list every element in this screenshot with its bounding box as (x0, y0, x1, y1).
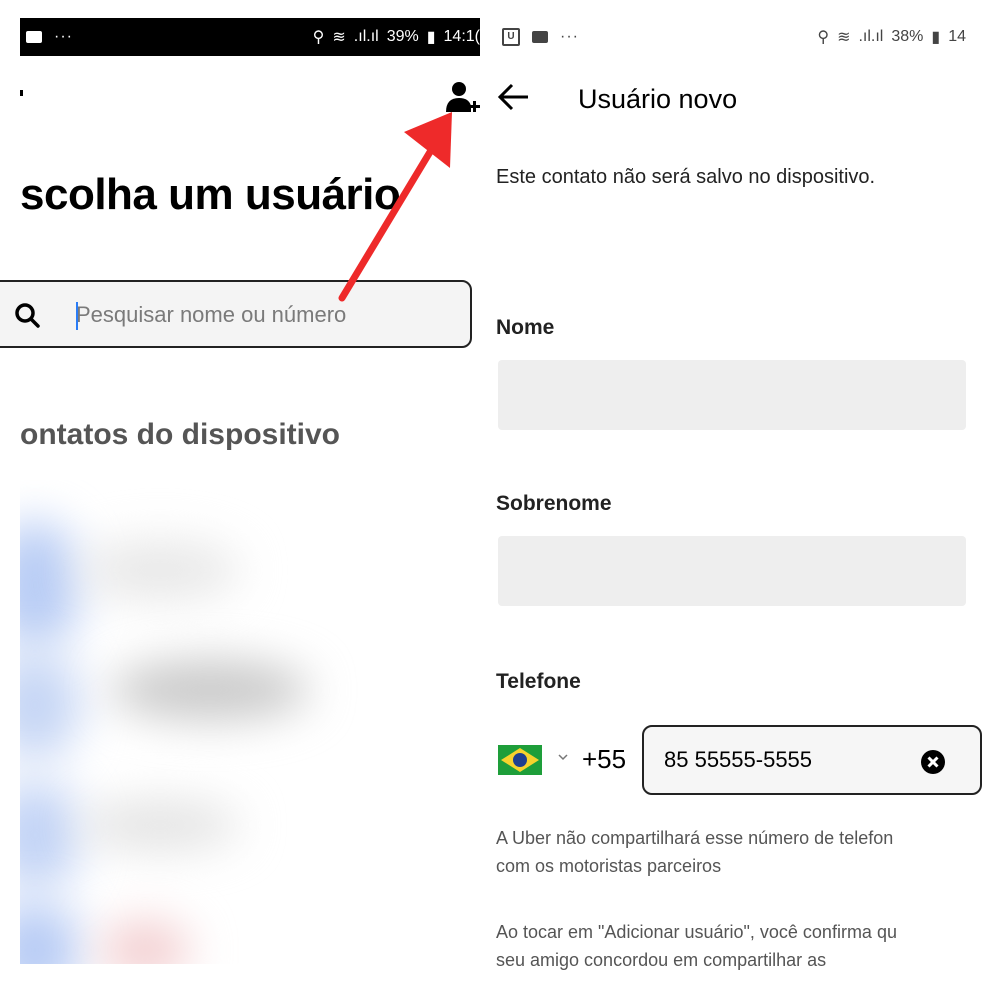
consent-note-line-1: Ao tocar em "Adicionar usuário", você co… (496, 922, 897, 942)
location-icon: ⚲ (312, 29, 325, 46)
info-text: Este contato não será salvo no dispositi… (496, 166, 876, 188)
search-placeholder: Pesquisar nome ou número (76, 302, 347, 327)
left-screen: ··· ⚲ ≋ .ıl.ıl 39% ▮ 14:1( scolha um usu… (0, 0, 480, 984)
page-title: scolha um usuário (20, 170, 401, 219)
add-user-icon[interactable] (444, 80, 480, 116)
first-name-label: Nome (496, 316, 555, 339)
consent-note-line-2: seu amigo concordou em compartilhar as (496, 950, 827, 970)
right-screen: U ··· ⚲ ≋ .ıl.ıl 38% ▮ 14 Usuário novo E… (496, 0, 984, 984)
last-name-label: Sobrenome (496, 492, 612, 515)
section-title: ontatos do dispositivo (20, 418, 340, 451)
search-icon (15, 303, 40, 328)
back-button-fragment[interactable] (20, 90, 23, 96)
phone-value: 85 55555-5555 (664, 747, 813, 772)
clock: 14:1( (443, 28, 480, 45)
more-notifications-icon: ··· (560, 28, 579, 45)
status-bar: U ··· ⚲ ≋ .ıl.ıl 38% ▮ 14 (496, 18, 966, 56)
message-icon (532, 31, 548, 43)
battery-icon: ▮ (426, 29, 436, 46)
clear-icon[interactable] (920, 749, 946, 775)
phone-input[interactable]: 85 55555-5555 (642, 725, 982, 795)
blurred-contacts-list[interactable] (20, 480, 480, 964)
chevron-down-icon[interactable] (558, 752, 568, 762)
country-code[interactable]: +55 (582, 744, 626, 775)
back-arrow-icon[interactable] (496, 82, 530, 112)
text-cursor (76, 302, 78, 330)
signal-icon: .ıl.ıl (858, 28, 884, 45)
battery-level: 38% (891, 28, 924, 45)
wifi-icon: ≋ (332, 29, 346, 46)
signal-icon: .ıl.ıl (353, 28, 379, 45)
search-input[interactable]: Pesquisar nome ou número (0, 280, 472, 348)
first-name-field[interactable] (498, 360, 966, 430)
phone-label: Telefone (496, 670, 581, 693)
message-icon (26, 31, 42, 43)
clock: 14 (948, 28, 966, 45)
battery-icon: ▮ (931, 29, 941, 46)
location-icon: ⚲ (817, 29, 830, 46)
status-bar: ··· ⚲ ≋ .ıl.ıl 39% ▮ 14:1( (20, 18, 480, 56)
brazil-flag-icon[interactable] (498, 745, 542, 775)
battery-level: 39% (386, 28, 419, 45)
wifi-icon: ≋ (837, 29, 851, 46)
privacy-note-line-2: com os motoristas parceiros (496, 856, 722, 876)
page-title: Usuário novo (578, 84, 738, 114)
last-name-field[interactable] (498, 536, 966, 606)
app-notification-icon: U (502, 28, 520, 46)
privacy-note-line-1: A Uber não compartilhará esse número de … (496, 828, 894, 848)
more-notifications-icon: ··· (54, 28, 73, 45)
